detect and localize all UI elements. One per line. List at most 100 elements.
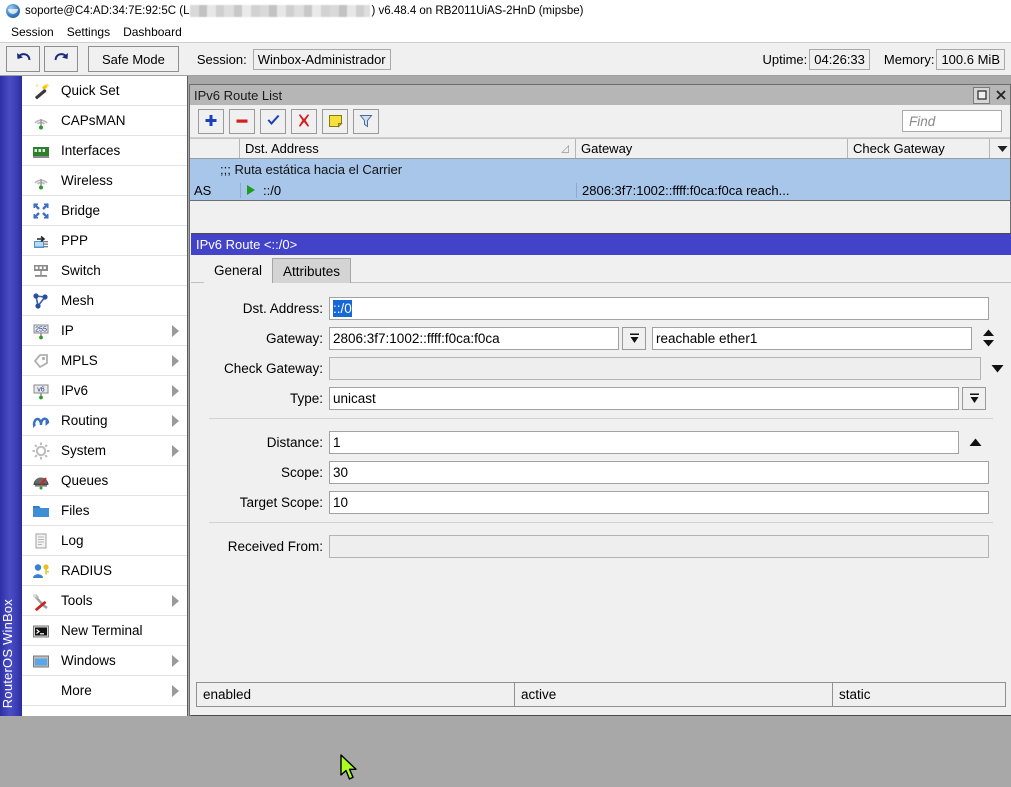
column-dst-address[interactable]: Dst. Address ◿ bbox=[240, 139, 576, 158]
sidebar-item-new-terminal[interactable]: New Terminal bbox=[22, 616, 187, 646]
check-gateway-dropdown-arrow[interactable] bbox=[983, 357, 1011, 380]
session-label: Session: bbox=[197, 52, 247, 67]
sidebar-item-radius[interactable]: RADIUS bbox=[22, 556, 187, 586]
chevron-right-icon bbox=[172, 445, 179, 457]
gateway-input[interactable]: 2806:3f7:1002::ffff:f0ca:f0ca bbox=[329, 327, 619, 350]
field-row-check-gateway: Check Gateway: bbox=[191, 356, 1011, 380]
route-dialog-titlebar[interactable]: IPv6 Route <::/0> bbox=[191, 234, 1011, 255]
distance-input[interactable]: 1 bbox=[329, 431, 959, 454]
dst-address-input[interactable]: ::/0 bbox=[329, 297, 989, 320]
sidebar-item-windows[interactable]: Windows bbox=[22, 646, 187, 676]
column-gateway[interactable]: Gateway bbox=[576, 139, 848, 158]
menu-item-dashboard[interactable]: Dashboard bbox=[118, 24, 190, 41]
target-scope-label: Target Scope: bbox=[191, 495, 329, 510]
form-divider-2 bbox=[209, 522, 993, 523]
dst-address-value: ::/0 bbox=[333, 300, 352, 317]
route-comment-row[interactable]: ;;; Ruta estática hacia el Carrier bbox=[190, 159, 1010, 180]
chevron-right-icon bbox=[172, 385, 179, 397]
sidebar-item-label: Windows bbox=[61, 653, 116, 668]
column-check-gateway[interactable]: Check Gateway bbox=[848, 139, 990, 158]
app-titlebar: soporte@C4:AD:34:7E:92:5C (L) v6.48.4 on… bbox=[0, 0, 1011, 22]
menu-item-settings[interactable]: Settings bbox=[62, 24, 118, 41]
sidebar-item-label: RADIUS bbox=[61, 563, 112, 578]
received-from-input bbox=[329, 535, 989, 558]
sidebar-item-files[interactable]: Files bbox=[22, 496, 187, 526]
sidebar-item-switch[interactable]: Switch bbox=[22, 256, 187, 286]
sidebar-item-ipv6[interactable]: v6 IPv6 bbox=[22, 376, 187, 406]
undo-button[interactable] bbox=[6, 46, 40, 72]
safe-mode-button[interactable]: Safe Mode bbox=[88, 46, 179, 72]
sidebar-item-mpls[interactable]: MPLS bbox=[22, 346, 187, 376]
table-row[interactable]: AS ::/0 2806:3f7:1002::ffff:f0ca:f0ca re… bbox=[190, 180, 1010, 201]
tab-attributes[interactable]: Attributes bbox=[272, 258, 351, 283]
sidebar-item-quick-set[interactable]: Quick Set bbox=[22, 76, 187, 106]
restore-window-icon[interactable] bbox=[973, 87, 990, 104]
sidebar-item-ppp[interactable]: PPP bbox=[22, 226, 187, 256]
target-scope-input[interactable]: 10 bbox=[329, 491, 989, 514]
uptime-label: Uptime: bbox=[762, 52, 807, 67]
route-dialog-tabs: General Attributes bbox=[191, 255, 1011, 283]
tab-general[interactable]: General bbox=[204, 258, 272, 283]
sidebar-menu: Quick Set CAPsMAN bbox=[22, 76, 187, 716]
ipv6-route-detail-dialog: IPv6 Route <::/0> General Attributes Dst… bbox=[191, 233, 1011, 716]
sidebar-item-interfaces[interactable]: Interfaces bbox=[22, 136, 187, 166]
field-row-scope: Scope: 30 bbox=[191, 460, 1011, 484]
distance-spinner-up[interactable] bbox=[961, 431, 989, 454]
sidebar-item-more[interactable]: More bbox=[22, 676, 187, 706]
memory-value: 100.6 MiB bbox=[936, 49, 1005, 70]
sidebar-item-bridge[interactable]: Bridge bbox=[22, 196, 187, 226]
sidebar-item-ip[interactable]: 255 IP bbox=[22, 316, 187, 346]
route-dialog-title: IPv6 Route <::/0> bbox=[196, 237, 297, 252]
none-icon bbox=[30, 680, 52, 702]
remove-button[interactable] bbox=[229, 109, 255, 134]
type-dropdown-button[interactable] bbox=[962, 387, 986, 410]
gauge-icon bbox=[30, 470, 52, 492]
route-dst-address-cell: ::/0 bbox=[240, 183, 576, 198]
sidebar-item-system[interactable]: System bbox=[22, 436, 187, 466]
sidebar-item-label: Tools bbox=[61, 593, 93, 608]
redo-button[interactable] bbox=[44, 46, 78, 72]
sidebar-item-wireless[interactable]: Wireless bbox=[22, 166, 187, 196]
route-list-titlebar[interactable]: IPv6 Route List bbox=[190, 85, 1010, 105]
sidebar-item-label: Switch bbox=[61, 263, 101, 278]
enable-button[interactable] bbox=[260, 109, 286, 134]
network-card-icon bbox=[30, 140, 52, 162]
scope-label: Scope: bbox=[191, 465, 329, 480]
close-icon[interactable] bbox=[992, 87, 1009, 104]
sidebar-item-label: Mesh bbox=[61, 293, 94, 308]
sidebar-item-tools[interactable]: Tools bbox=[22, 586, 187, 616]
comment-button[interactable] bbox=[322, 109, 348, 134]
menu-item-session[interactable]: Session bbox=[6, 24, 62, 41]
route-list-column-header: Dst. Address ◿ Gateway Check Gateway bbox=[190, 138, 1010, 159]
sidebar-item-capsman[interactable]: CAPsMAN bbox=[22, 106, 187, 136]
scope-input[interactable]: 30 bbox=[329, 461, 989, 484]
sort-indicator-icon: ◿ bbox=[561, 143, 569, 154]
check-gateway-input[interactable] bbox=[329, 357, 981, 380]
chevron-right-icon bbox=[172, 355, 179, 367]
sidebar-item-queues[interactable]: Queues bbox=[22, 466, 187, 496]
sidebar-item-log[interactable]: Log bbox=[22, 526, 187, 556]
antenna-icon bbox=[30, 110, 52, 132]
route-gateway-cell: 2806:3f7:1002::ffff:f0ca:f0ca reach... bbox=[576, 183, 848, 198]
sidebar-item-mesh[interactable]: Mesh bbox=[22, 286, 187, 316]
gateway-dropdown-button[interactable] bbox=[622, 327, 646, 350]
disable-button[interactable] bbox=[291, 109, 317, 134]
sidebar-item-label: Log bbox=[61, 533, 84, 548]
column-flags[interactable] bbox=[190, 139, 240, 158]
add-button[interactable] bbox=[198, 109, 224, 134]
column-chooser-button[interactable] bbox=[990, 139, 1010, 158]
session-value[interactable]: Winbox-Administrador bbox=[253, 49, 391, 70]
user-key-icon bbox=[30, 560, 52, 582]
sidebar-item-routing[interactable]: Routing bbox=[22, 406, 187, 436]
filter-button[interactable] bbox=[353, 109, 379, 134]
find-input[interactable]: Find bbox=[902, 110, 1002, 132]
gateway-updown-spinner[interactable] bbox=[974, 327, 1002, 350]
type-input[interactable]: unicast bbox=[329, 387, 959, 410]
dst-address-label: Dst. Address: bbox=[191, 301, 329, 316]
sidebar-item-label: PPP bbox=[61, 233, 88, 248]
titlebar-suffix: ) v6.48.4 on RB2011UiAS-2HnD (mipsbe) bbox=[371, 5, 583, 17]
chevron-right-icon bbox=[172, 595, 179, 607]
memory-label: Memory: bbox=[884, 52, 935, 67]
status-enabled: enabled bbox=[197, 683, 515, 706]
sidebar-item-label: Bridge bbox=[61, 203, 100, 218]
